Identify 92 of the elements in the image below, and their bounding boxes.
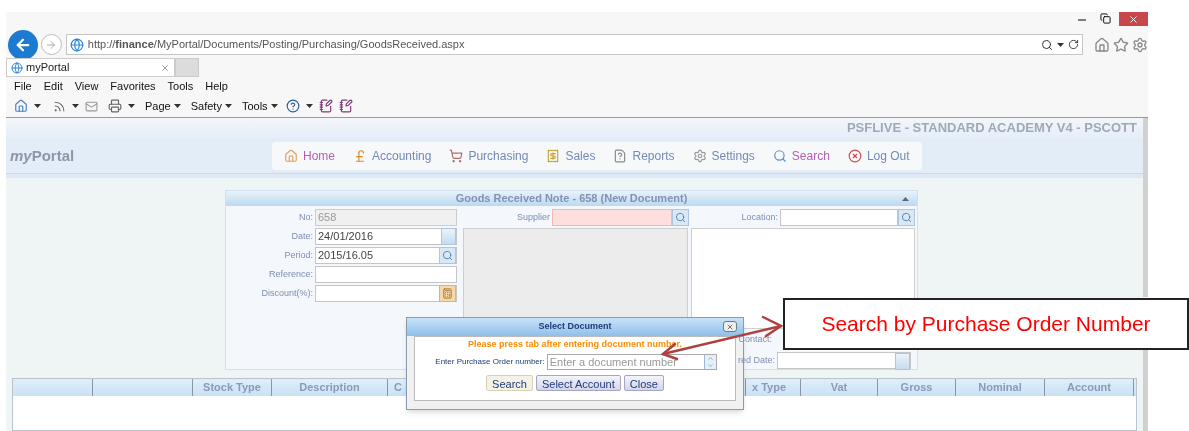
field-label: Location: [740, 210, 779, 224]
command-menu[interactable]: Safety [190, 97, 232, 115]
scrollbar[interactable] [1143, 349, 1148, 431]
browser-tab[interactable]: myPortal [6, 58, 175, 77]
cart-icon [449, 148, 464, 163]
calculator-button[interactable] [439, 285, 456, 302]
panel-title: Goods Received Note - 658 (New Document) [455, 191, 688, 207]
back-button[interactable] [8, 29, 38, 60]
forward-button[interactable] [40, 34, 62, 55]
close-circle-icon [847, 148, 862, 163]
forward-arrow-icon [45, 38, 58, 51]
refresh-icon[interactable] [1068, 39, 1080, 50]
caret-icon[interactable] [34, 104, 41, 108]
dialog-button[interactable]: Select Account [535, 374, 621, 391]
lookup-button[interactable] [439, 247, 456, 264]
dialog-button[interactable]: Search [486, 374, 533, 391]
print-icon[interactable] [108, 99, 122, 113]
receipt-icon [546, 148, 561, 163]
globe-icon [69, 37, 84, 52]
lookup-button[interactable] [898, 209, 915, 226]
notebook-icon[interactable] [318, 99, 333, 113]
field-label: Reference: [267, 267, 314, 281]
command-menu[interactable]: Page [145, 97, 181, 115]
document-icon [613, 148, 628, 163]
settings-icon [692, 148, 707, 163]
nav-item[interactable]: Sales [546, 146, 596, 165]
dialog-title: Select Document [538, 320, 612, 334]
caret-icon[interactable] [224, 104, 232, 108]
supplier-field[interactable] [552, 209, 672, 226]
notebook-icon[interactable] [338, 99, 353, 113]
menu-item[interactable]: View [74, 77, 99, 95]
caret-icon[interactable] [305, 104, 313, 108]
caret-icon[interactable] [72, 104, 79, 108]
restore-icon[interactable] [1100, 13, 1111, 24]
field-label: Period: [283, 248, 314, 262]
annotation-text: Search by Purchase Order Number [821, 311, 1151, 338]
dialog-close-button[interactable] [723, 321, 737, 332]
close-icon [1128, 13, 1139, 25]
url-text: http://finance/MyPortal/Documents/Posting/Purchasing/GoodsReceived.aspx [87, 37, 465, 53]
close-button[interactable] [1119, 12, 1148, 26]
menu-item[interactable]: Edit [43, 77, 63, 95]
nav-item[interactable]: Home [284, 146, 335, 165]
document-number-input[interactable]: Enter a document number [547, 354, 704, 369]
address-field[interactable]: http://finance/MyPortal/Documents/Posting/Purchasing/GoodsReceived.aspx [65, 34, 1084, 55]
search-icon [901, 212, 912, 223]
search-icon [442, 250, 453, 261]
environment-label: PSFLIVE - STANDARD ACADEMY V4 - PSCOTT [846, 119, 1137, 138]
text-field[interactable] [315, 285, 457, 302]
menu-item[interactable]: File [14, 77, 32, 95]
command-menu[interactable]: Tools [241, 97, 278, 115]
document-number-field[interactable]: Enter a document number [546, 353, 717, 370]
scrollbar[interactable] [1143, 118, 1148, 297]
close-icon [726, 322, 734, 331]
menu-item[interactable]: Tools [167, 77, 194, 95]
lookup-button[interactable] [672, 209, 689, 226]
tab-label: myPortal [26, 60, 71, 76]
field-label: Supplier [515, 210, 551, 224]
text-field[interactable]: 24/01/2016 [315, 228, 457, 245]
dialog-button[interactable]: Close [623, 374, 664, 391]
field-label: Date: [290, 229, 314, 243]
globe-icon [11, 61, 23, 74]
feed-icon[interactable] [53, 99, 66, 113]
text-field[interactable]: 2015/16.05 [315, 247, 457, 264]
collapse-icon[interactable] [902, 197, 909, 201]
caret-icon[interactable] [270, 104, 278, 108]
menu-item[interactable]: Favorites [110, 77, 156, 95]
caret-icon[interactable] [128, 104, 135, 108]
home-icon[interactable] [1094, 36, 1111, 53]
close-tab-icon[interactable] [160, 62, 170, 73]
settings-icon[interactable] [1132, 36, 1148, 53]
portal-logo: myPortal [10, 146, 75, 164]
caret-icon[interactable] [1057, 42, 1065, 47]
field-label: No: [298, 210, 314, 224]
home-icon[interactable] [14, 99, 28, 113]
menu-item[interactable]: Help [205, 77, 228, 95]
calculator-icon [442, 288, 453, 299]
location-field[interactable] [780, 209, 898, 226]
help-icon[interactable] [285, 99, 300, 113]
spinner[interactable] [703, 354, 716, 369]
field-label: Discount(%): [260, 286, 314, 300]
pound-icon [353, 148, 367, 163]
mail-icon[interactable] [85, 99, 98, 113]
text-field[interactable] [315, 266, 457, 283]
date-field[interactable] [777, 352, 911, 369]
house-icon [284, 148, 298, 163]
search-icon[interactable] [1041, 38, 1054, 51]
field-label: Enter Purchase Order number: [435, 355, 545, 368]
search-icon [772, 148, 787, 163]
favorites-icon[interactable] [1113, 36, 1130, 53]
search-icon [675, 212, 686, 223]
nav-item[interactable]: Search [772, 146, 830, 165]
caret-icon[interactable] [173, 104, 181, 108]
